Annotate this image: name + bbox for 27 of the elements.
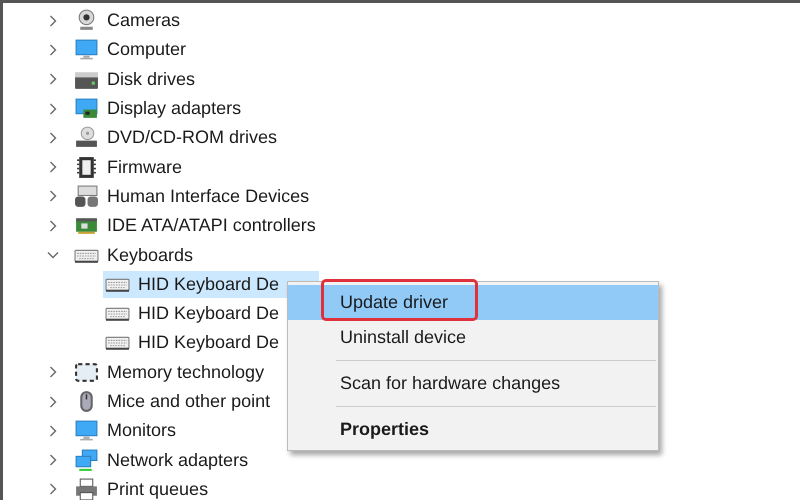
tree-item[interactable]: Print queues [107,478,208,500]
tree-item[interactable]: Disk drives [107,68,196,90]
tree-item[interactable]: Mice and other point [107,391,270,412]
input-devices-icon [74,184,99,209]
tree-item[interactable]: DVD/CD-ROM drives [107,127,278,148]
tree-item[interactable]: Display adapters [107,98,242,120]
tree-item[interactable]: Human Interface Devices [107,186,310,207]
menu-item[interactable]: Update driver [288,285,658,320]
network-icon [74,448,99,473]
tree-item[interactable]: IDE ATA/ATAPI controllers [107,215,316,236]
tree-item[interactable]: Firmware [107,156,182,178]
tree-item[interactable]: HID Keyboard De [138,274,280,295]
tree-item[interactable]: HID Keyboard De [138,303,280,324]
tree-item[interactable]: HID Keyboard De [138,332,280,354]
tree-item[interactable]: Monitors [107,420,176,442]
tree-row[interactable]: HID Keyboard De [103,329,284,356]
chip-icon [74,154,99,180]
tree-item[interactable]: Cameras [107,10,180,32]
tree-item[interactable]: Computer [107,39,186,60]
monitor-icon [74,418,99,444]
menu-item[interactable]: Uninstall device [288,320,658,355]
tree-row[interactable]: HID Keyboard De [103,300,284,328]
tree-item[interactable]: Keyboards [107,244,194,266]
selected-tree-row[interactable]: HID Keyboard De [103,270,320,298]
tree-item[interactable]: Network adapters [107,450,248,471]
tree-item[interactable]: Memory technology [107,362,264,383]
monitor-icon [74,37,99,62]
